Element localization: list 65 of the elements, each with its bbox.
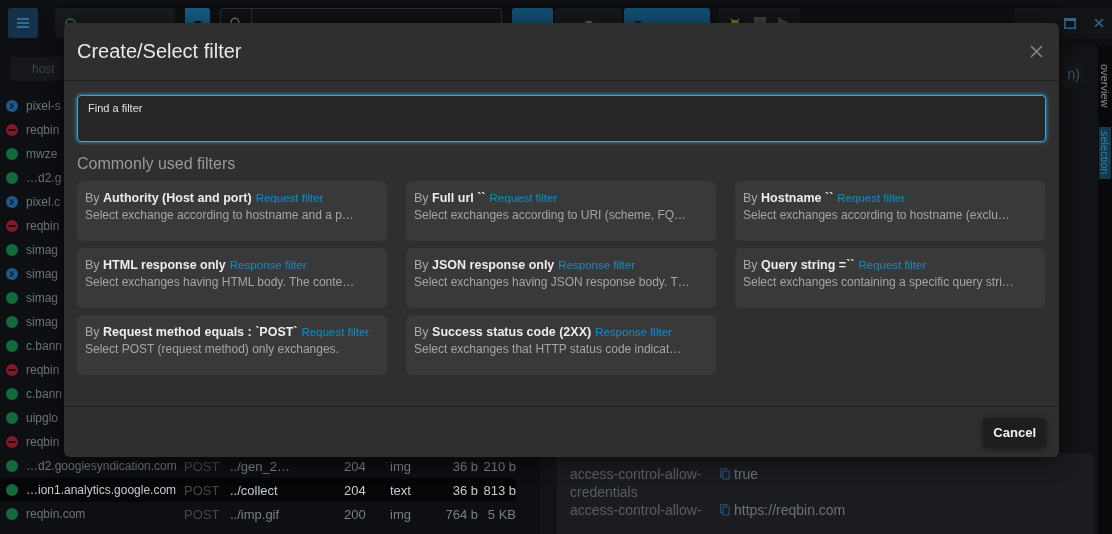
- section-title: Commonly used filters: [77, 155, 237, 173]
- host-cell: mwze: [26, 147, 58, 161]
- filter-description: Select exchanges having JSON response body. T…: [414, 275, 691, 289]
- host-cell: uipglo: [26, 411, 59, 425]
- host-cell: reqbin: [26, 123, 60, 137]
- filter-type-tag: Request filter: [301, 326, 370, 338]
- method-cell: POST: [184, 506, 220, 522]
- filter-type-tag: Request filter: [489, 192, 558, 204]
- filter-type-tag: Response filter: [229, 259, 307, 271]
- host-cell: reqbin.com: [26, 507, 86, 521]
- type-cell: img: [390, 506, 411, 522]
- filter-title: By JSON response only: [414, 258, 555, 272]
- panel-label: n): [1063, 62, 1084, 86]
- host-cell: reqbin: [26, 435, 60, 449]
- host-cell: pixel.c: [26, 195, 60, 209]
- filter-title: By Authority (Host and port): [85, 191, 252, 205]
- host-cell: …d2.googlesyndication.com: [26, 459, 177, 473]
- path-cell: ../imp.gif: [230, 506, 280, 522]
- type-cell: text: [390, 482, 411, 498]
- header-name: access-control-allow-: [570, 501, 703, 519]
- host-cell: …ion1.analytics.google.com: [26, 483, 177, 497]
- filter-type-tag: Request filter: [837, 192, 906, 204]
- status-cell: 204: [344, 482, 366, 498]
- header-value: true: [734, 465, 759, 483]
- filter-description: Select POST (request method) only exchanges.: [85, 342, 340, 356]
- host-cell: simag: [26, 243, 58, 257]
- request-size-cell: 764 b: [445, 506, 478, 522]
- filter-title: By Request method equals : `POST`: [85, 325, 298, 339]
- response-size-cell: 813 b: [483, 482, 516, 498]
- request-size-cell: 36 b: [452, 482, 478, 498]
- host-cell: c.bann: [26, 339, 63, 353]
- header-value: https://reqbin.com: [734, 501, 846, 519]
- host-cell: simag: [26, 315, 58, 329]
- filter-description: Select exchanges according to URI (scheme, FQ…: [414, 208, 688, 222]
- filter-description: Select exchanges that HTTP status code indicat…: [414, 342, 683, 356]
- dialog-title: Create/Select filter: [77, 40, 242, 63]
- host-cell: c.bann: [26, 387, 63, 401]
- method-cell: POST: [184, 482, 220, 498]
- filter-description: Select exchanges having HTML body. The conte…: [85, 275, 356, 289]
- filter-type-tag: Request filter: [255, 192, 324, 204]
- filter-type-tag: Response filter: [595, 326, 672, 338]
- path-cell: ../collect: [230, 482, 278, 498]
- host-cell: reqbin: [26, 219, 60, 233]
- filter-title: By HTML response only: [85, 258, 226, 272]
- request-size-cell: 36 b: [452, 458, 478, 474]
- host-cell: …d2.g: [26, 171, 62, 185]
- filter-description: Select exchanges containing a specific query stri…: [743, 275, 1015, 289]
- filter-type-tag: Request filter: [858, 259, 927, 271]
- response-size-cell: 210 b: [483, 458, 516, 474]
- host-cell: simag: [26, 267, 58, 281]
- filter-type-tag: Response filter: [558, 259, 636, 271]
- status-cell: 204: [344, 458, 366, 474]
- path-cell: ../gen_2…: [230, 458, 290, 474]
- host-cell: reqbin: [26, 363, 60, 377]
- filter-title: By Success status code (2XX): [414, 325, 592, 339]
- status-cell: 200: [344, 506, 366, 522]
- type-cell: img: [390, 458, 411, 474]
- filter-title: By Query string =``: [743, 258, 855, 272]
- filter-title: By Full url ``: [414, 191, 486, 205]
- filter-description: Select exchange according to hostname and a p…: [85, 208, 355, 222]
- host-cell: simag: [26, 291, 58, 305]
- host-cell: pixel-s: [26, 99, 61, 113]
- filter-title: By Hostname ``: [743, 191, 834, 205]
- filter-description: Select exchanges according to hostname (exclu…: [743, 208, 1011, 222]
- response-size-cell: 5 KB: [487, 506, 516, 522]
